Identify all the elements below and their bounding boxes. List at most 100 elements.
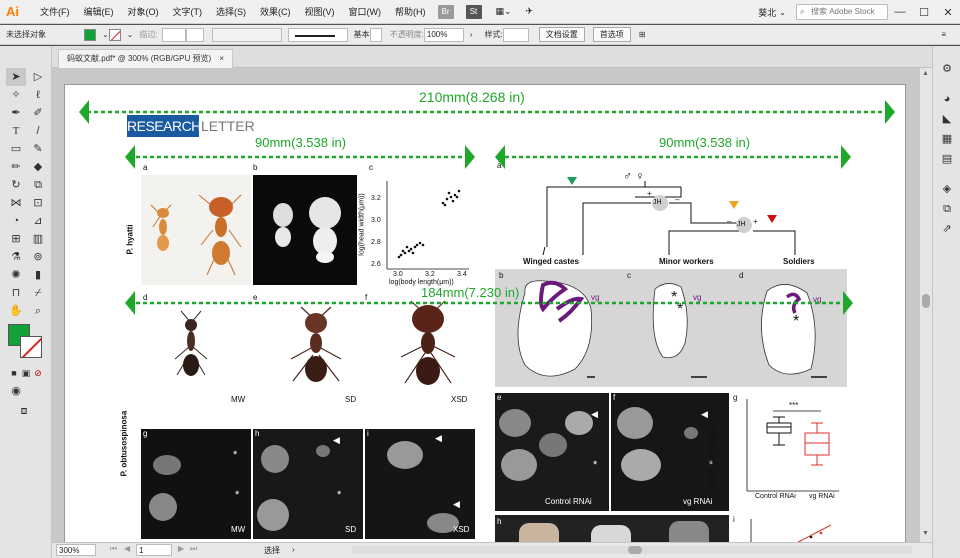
gradient-tool-icon[interactable]: ▥	[28, 230, 48, 248]
arrange-documents-icon[interactable]: ▦⌄	[496, 6, 512, 17]
workspace-switcher[interactable]: 葵北	[758, 6, 776, 19]
prev-page-icon[interactable]: ◀	[124, 544, 130, 553]
symbol-sprayer-tool-icon[interactable]: ✺	[6, 266, 26, 284]
selection-tool-icon[interactable]: ➤	[6, 68, 26, 86]
vertical-scrollbar[interactable]: ▲ ▼	[920, 68, 932, 542]
blend-tool-icon[interactable]: ⊚	[28, 248, 48, 266]
stock-search-input[interactable]: 搜索 Adobe Stock	[796, 4, 888, 20]
variable-width-dropdown[interactable]	[211, 27, 282, 42]
paintbrush-tool-icon[interactable]: ✎	[28, 140, 48, 158]
menu-help[interactable]: 帮助(H)	[395, 5, 426, 18]
zoom-field[interactable]: 300%	[56, 544, 96, 556]
shaper-tool-icon[interactable]: ✏	[6, 158, 26, 176]
menu-edit[interactable]: 编辑(E)	[84, 5, 114, 18]
document-tab-close-icon[interactable]: ×	[219, 54, 224, 63]
menu-type[interactable]: 文字(T)	[173, 5, 203, 18]
zoom-tool-icon[interactable]: ⌕	[28, 302, 48, 320]
maximize-button[interactable]: ☐	[912, 6, 936, 19]
artboard[interactable]: RESEARCH LETTER a b c P. hyatti 2.6 2.8 …	[64, 84, 906, 542]
document-setup-button[interactable]: 文档设置	[538, 27, 585, 42]
export-panel-icon[interactable]: ⇗	[937, 220, 957, 238]
lasso-tool-icon[interactable]: ℓ	[28, 86, 48, 104]
brush-style-dropdown[interactable]	[369, 27, 382, 42]
scatter-xtick-3: 3.4	[457, 271, 467, 278]
stroke-chevron-icon[interactable]: ⌄	[127, 30, 134, 39]
hand-tool-icon[interactable]: ✋	[6, 302, 26, 320]
horizontal-scroll-thumb[interactable]	[628, 546, 642, 554]
column-graph-tool-icon[interactable]: ▮	[28, 266, 48, 284]
style-dropdown[interactable]	[502, 27, 529, 42]
species-label-obtuso: P. obtusospinosa	[119, 410, 129, 477]
perspective-grid-tool-icon[interactable]: ⊿	[28, 212, 48, 230]
stroke-weight-dropdown[interactable]	[185, 27, 204, 42]
stroke-color-box[interactable]	[20, 336, 42, 358]
scroll-up-icon[interactable]: ▲	[922, 70, 929, 77]
stroke-weight-field[interactable]	[161, 27, 186, 42]
canvas-area[interactable]: RESEARCH LETTER a b c P. hyatti 2.6 2.8 …	[52, 68, 920, 542]
swatches-panel-icon[interactable]: ▦	[937, 130, 957, 148]
menu-view[interactable]: 视图(V)	[305, 5, 335, 18]
line-tool-icon[interactable]: /	[28, 122, 48, 140]
free-transform-tool-icon[interactable]: ⊡	[28, 194, 48, 212]
minimize-button[interactable]: —	[888, 6, 912, 18]
shape-builder-tool-icon[interactable]: ◔	[6, 212, 26, 230]
tools-panel: ➤ ▷ ✧ ℓ ✒ ✐ T / ▭ ✎ ✏ ◆ ↻ ⧉ ⋈ ⊡ ◔ ⊿ ⊞ ▥ …	[0, 46, 52, 558]
menu-object[interactable]: 对象(O)	[128, 5, 159, 18]
close-button[interactable]: ✕	[936, 6, 960, 19]
brush-definition-dropdown[interactable]	[287, 27, 348, 42]
page-field[interactable]: 1	[136, 544, 172, 556]
type-tool-icon[interactable]: T	[6, 122, 26, 140]
color-guide-panel-icon[interactable]: ◣	[937, 110, 957, 128]
preferences-button[interactable]: 首选项	[592, 27, 631, 42]
menu-select[interactable]: 选择(S)	[216, 5, 246, 18]
rectangle-tool-icon[interactable]: ▭	[6, 140, 26, 158]
measurement-label-right: 90mm(3.538 in)	[659, 135, 751, 150]
boxplot-xlabel-control: Control RNAi	[755, 493, 796, 500]
mesh-tool-icon[interactable]: ⊞	[6, 230, 26, 248]
fill-color-swatch[interactable]	[84, 28, 96, 41]
horizontal-scrollbar[interactable]	[352, 546, 912, 554]
pen-tool-icon[interactable]: ✒	[6, 104, 26, 122]
document-tab[interactable]: 蚂蚁文献.pdf* @ 300% (RGB/GPU 预览) ×	[58, 49, 234, 68]
scroll-thumb[interactable]	[922, 294, 930, 308]
menu-window[interactable]: 窗口(W)	[349, 5, 382, 18]
brushes-panel-icon[interactable]: ▤	[937, 150, 957, 168]
opacity-field[interactable]: 100%	[423, 27, 464, 42]
last-page-icon[interactable]: ⏭	[190, 544, 197, 554]
direct-selection-tool-icon[interactable]: ▷	[28, 68, 48, 86]
workspace-chevron-icon[interactable]: ⌄	[779, 8, 786, 17]
eyedropper-tool-icon[interactable]: ⚗	[6, 248, 26, 266]
more-options-icon[interactable]: ≡	[941, 30, 946, 39]
arrange-icon[interactable]: ⊞	[639, 30, 646, 39]
slice-tool-icon[interactable]: ⌿	[28, 284, 48, 302]
layers-panel-icon[interactable]: ◈	[937, 180, 957, 198]
gpu-performance-icon[interactable]: ✈	[526, 6, 534, 17]
scale-tool-icon[interactable]: ⧉	[28, 176, 48, 194]
rotate-tool-icon[interactable]: ↻	[6, 176, 26, 194]
scroll-down-icon[interactable]: ▼	[922, 530, 929, 537]
menu-effect[interactable]: 效果(C)	[260, 5, 291, 18]
scatter-i-partial: i	[731, 515, 843, 542]
magic-wand-tool-icon[interactable]: ✧	[6, 86, 26, 104]
artboard-tool-icon[interactable]: ⊓	[6, 284, 26, 302]
opacity-chevron-icon[interactable]: ›	[470, 30, 473, 39]
screen-mode-icon[interactable]: ⧈	[14, 402, 34, 420]
bridge-icon[interactable]: Br	[437, 4, 454, 19]
color-panel-icon[interactable]: ◕	[937, 90, 957, 108]
none-mode-icon[interactable]: ⊘	[28, 364, 48, 382]
drawing-mode-icon[interactable]: ◉	[6, 382, 26, 400]
curvature-tool-icon[interactable]: ✐	[28, 104, 48, 122]
properties-panel-icon[interactable]: ⚙	[937, 60, 957, 78]
status-arrow-icon[interactable]: ›	[292, 545, 295, 554]
boxplot-g: g *** Control RNAi vg RNAi log(WD (μm²))…	[710, 393, 843, 511]
artboards-panel-icon[interactable]: ⧉	[937, 200, 957, 218]
stroke-color-swatch[interactable]	[108, 28, 121, 41]
fill-chevron-icon[interactable]: ⌄	[102, 30, 109, 39]
ant-photo-white	[253, 175, 357, 285]
stock-icon[interactable]: St	[465, 4, 482, 19]
width-tool-icon[interactable]: ⋈	[6, 194, 26, 212]
next-page-icon[interactable]: ▶	[178, 544, 184, 553]
menu-file[interactable]: 文件(F)	[40, 5, 70, 18]
eraser-tool-icon[interactable]: ◆	[28, 158, 48, 176]
first-page-icon[interactable]: ⏮	[110, 544, 117, 554]
